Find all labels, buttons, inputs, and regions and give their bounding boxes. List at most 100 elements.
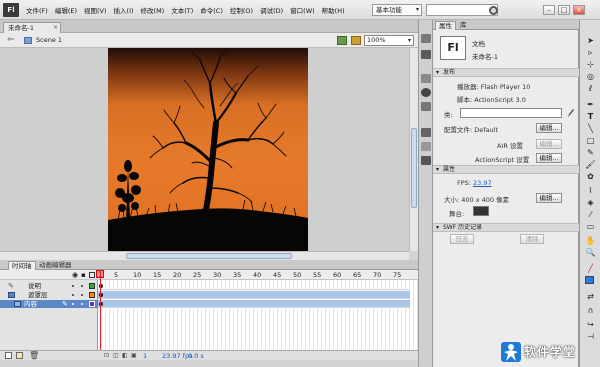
workspace-switcher[interactable]: 基本功能 bbox=[372, 4, 422, 16]
help-search-input[interactable] bbox=[426, 4, 498, 16]
stage-color-swatch[interactable] bbox=[473, 206, 489, 216]
scene-breadcrumb[interactable]: Scene 1 bbox=[36, 36, 62, 44]
back-arrow-icon[interactable]: ⇐ bbox=[7, 35, 15, 45]
zoom-select[interactable]: 100% bbox=[364, 35, 414, 46]
vertical-scrollbar[interactable] bbox=[409, 48, 418, 251]
class-input[interactable] bbox=[460, 108, 562, 118]
edit-class-icon[interactable] bbox=[567, 108, 575, 118]
close-window-button[interactable]: × bbox=[573, 5, 585, 15]
section-publish[interactable]: 发布 bbox=[433, 68, 579, 77]
log-button[interactable]: 日志 bbox=[450, 234, 474, 244]
text-tool-icon[interactable]: T bbox=[585, 112, 596, 122]
smooth-icon[interactable]: ↪ bbox=[585, 320, 596, 330]
delete-layer-icon[interactable]: 🗑 bbox=[29, 351, 39, 360]
3d-rotation-tool-icon[interactable]: ◎ bbox=[585, 72, 596, 82]
section-properties[interactable]: 属性 bbox=[433, 165, 579, 174]
edit-size-button[interactable]: 编辑... bbox=[536, 193, 562, 203]
menu-commands[interactable]: 命令(C) bbox=[200, 5, 223, 15]
menu-modify[interactable]: 修改(M) bbox=[141, 5, 165, 15]
hand-tool-icon[interactable]: ✋ bbox=[585, 236, 596, 246]
layer-name[interactable]: 说明 bbox=[28, 282, 41, 290]
eraser-tool-icon[interactable]: ▭ bbox=[585, 222, 596, 232]
swap-colors-icon[interactable]: ⇄ bbox=[585, 292, 596, 302]
clear-button[interactable]: 清除 bbox=[520, 234, 544, 244]
motion-presets-icon[interactable] bbox=[421, 156, 431, 165]
menu-window[interactable]: 窗口(W) bbox=[290, 5, 315, 15]
edit-air-button[interactable]: 编辑... bbox=[536, 139, 562, 149]
menu-insert[interactable]: 插入(I) bbox=[114, 5, 134, 15]
menu-text[interactable]: 文本(T) bbox=[171, 5, 193, 15]
minimize-button[interactable]: – bbox=[543, 5, 555, 15]
fps-value[interactable]: 23.97 bbox=[473, 179, 492, 187]
transform-panel-icon[interactable] bbox=[421, 102, 431, 111]
lock-icon[interactable]: ▪ bbox=[81, 271, 86, 279]
frame-row[interactable] bbox=[98, 291, 410, 299]
bone-tool-icon[interactable]: ⌇ bbox=[585, 186, 596, 196]
layer-row-selected[interactable]: 内容 ✎ bbox=[0, 300, 98, 308]
center-frame-icon[interactable]: ⊡ bbox=[104, 352, 109, 359]
layer-row[interactable]: ✎ 说明 bbox=[0, 282, 98, 290]
layer-color-swatch[interactable] bbox=[89, 283, 95, 289]
new-layer-icon[interactable] bbox=[5, 352, 12, 359]
menu-edit[interactable]: 编辑(E) bbox=[55, 5, 77, 15]
zoom-tool-icon[interactable]: 🔍 bbox=[585, 248, 596, 258]
close-tab-icon[interactable]: × bbox=[53, 23, 58, 33]
eyedropper-tool-icon[interactable]: ⁄ bbox=[585, 210, 596, 220]
lock-dot[interactable] bbox=[81, 294, 83, 296]
layer-row[interactable]: 遮罩层 bbox=[0, 291, 98, 299]
stage[interactable] bbox=[108, 48, 308, 251]
frame-row[interactable] bbox=[98, 300, 410, 308]
rectangle-tool-icon[interactable]: □ bbox=[585, 136, 596, 146]
subselection-tool-icon[interactable]: ▹ bbox=[585, 48, 596, 58]
menu-help[interactable]: 帮助(H) bbox=[322, 5, 345, 15]
components-panel-icon[interactable] bbox=[421, 142, 431, 151]
tab-properties[interactable]: 属性 bbox=[435, 21, 456, 30]
eye-icon[interactable]: ◉ bbox=[72, 271, 78, 279]
search-icon[interactable] bbox=[489, 6, 498, 15]
onion-outline-icon[interactable]: ◧ bbox=[122, 352, 128, 359]
line-tool-icon[interactable]: ╲ bbox=[585, 124, 596, 134]
layer-color-swatch[interactable] bbox=[89, 301, 95, 307]
visibility-dot[interactable] bbox=[72, 294, 74, 296]
document-tab[interactable]: 未命名-1 × bbox=[3, 22, 61, 33]
tab-motion-editor[interactable]: 动画编辑器 bbox=[36, 261, 75, 270]
horizontal-scrollbar[interactable] bbox=[0, 251, 409, 260]
menu-view[interactable]: 视图(V) bbox=[84, 5, 107, 15]
align-panel-icon[interactable] bbox=[421, 74, 431, 83]
free-transform-tool-icon[interactable]: ⊹ bbox=[585, 60, 596, 70]
info-panel-icon[interactable] bbox=[421, 88, 431, 97]
code-snippets-icon[interactable] bbox=[421, 128, 431, 137]
straighten-icon[interactable]: ⊣ bbox=[585, 332, 596, 342]
stroke-color-icon[interactable]: ╱ bbox=[585, 264, 596, 274]
edit-scene-icon[interactable] bbox=[337, 36, 347, 45]
current-frame[interactable]: 1 bbox=[143, 352, 147, 360]
menu-file[interactable]: 文件(F) bbox=[26, 5, 48, 15]
tab-library[interactable]: 库 bbox=[457, 21, 470, 30]
visibility-dot[interactable] bbox=[72, 303, 74, 305]
menu-control[interactable]: 控制(O) bbox=[230, 5, 253, 15]
lasso-tool-icon[interactable]: ℓ bbox=[585, 84, 596, 94]
pencil-tool-icon[interactable]: ✎ bbox=[585, 148, 596, 158]
visibility-dot[interactable] bbox=[72, 285, 74, 287]
onion-skin-icon[interactable]: ◫ bbox=[113, 352, 119, 359]
layer-name[interactable]: 内容 bbox=[24, 300, 37, 308]
edit-actionscript-button[interactable]: 编辑... bbox=[536, 153, 562, 163]
snap-to-objects-icon[interactable]: ∩ bbox=[585, 306, 596, 316]
edit-symbol-icon[interactable] bbox=[351, 36, 361, 45]
color-panel-icon[interactable] bbox=[421, 34, 431, 43]
outline-icon[interactable] bbox=[89, 272, 95, 278]
vertical-scrollbar-thumb[interactable] bbox=[411, 128, 417, 208]
brush-tool-icon[interactable]: 🖌 bbox=[585, 160, 596, 170]
selection-tool-icon[interactable]: ➤ bbox=[585, 36, 596, 46]
horizontal-scrollbar-thumb[interactable] bbox=[126, 253, 292, 259]
menu-debug[interactable]: 调试(D) bbox=[260, 5, 283, 15]
lock-dot[interactable] bbox=[81, 285, 83, 287]
pen-tool-icon[interactable]: ✒ bbox=[585, 100, 596, 110]
paint-bucket-tool-icon[interactable]: ◈ bbox=[585, 198, 596, 208]
tab-timeline[interactable]: 时间轴 bbox=[8, 261, 36, 270]
edit-multiple-frames-icon[interactable]: ▣ bbox=[131, 352, 137, 359]
layer-color-swatch[interactable] bbox=[89, 292, 95, 298]
new-folder-icon[interactable] bbox=[16, 352, 23, 359]
deco-tool-icon[interactable]: ✿ bbox=[585, 172, 596, 182]
section-swf-history[interactable]: SWF 历史记录 bbox=[433, 223, 579, 232]
